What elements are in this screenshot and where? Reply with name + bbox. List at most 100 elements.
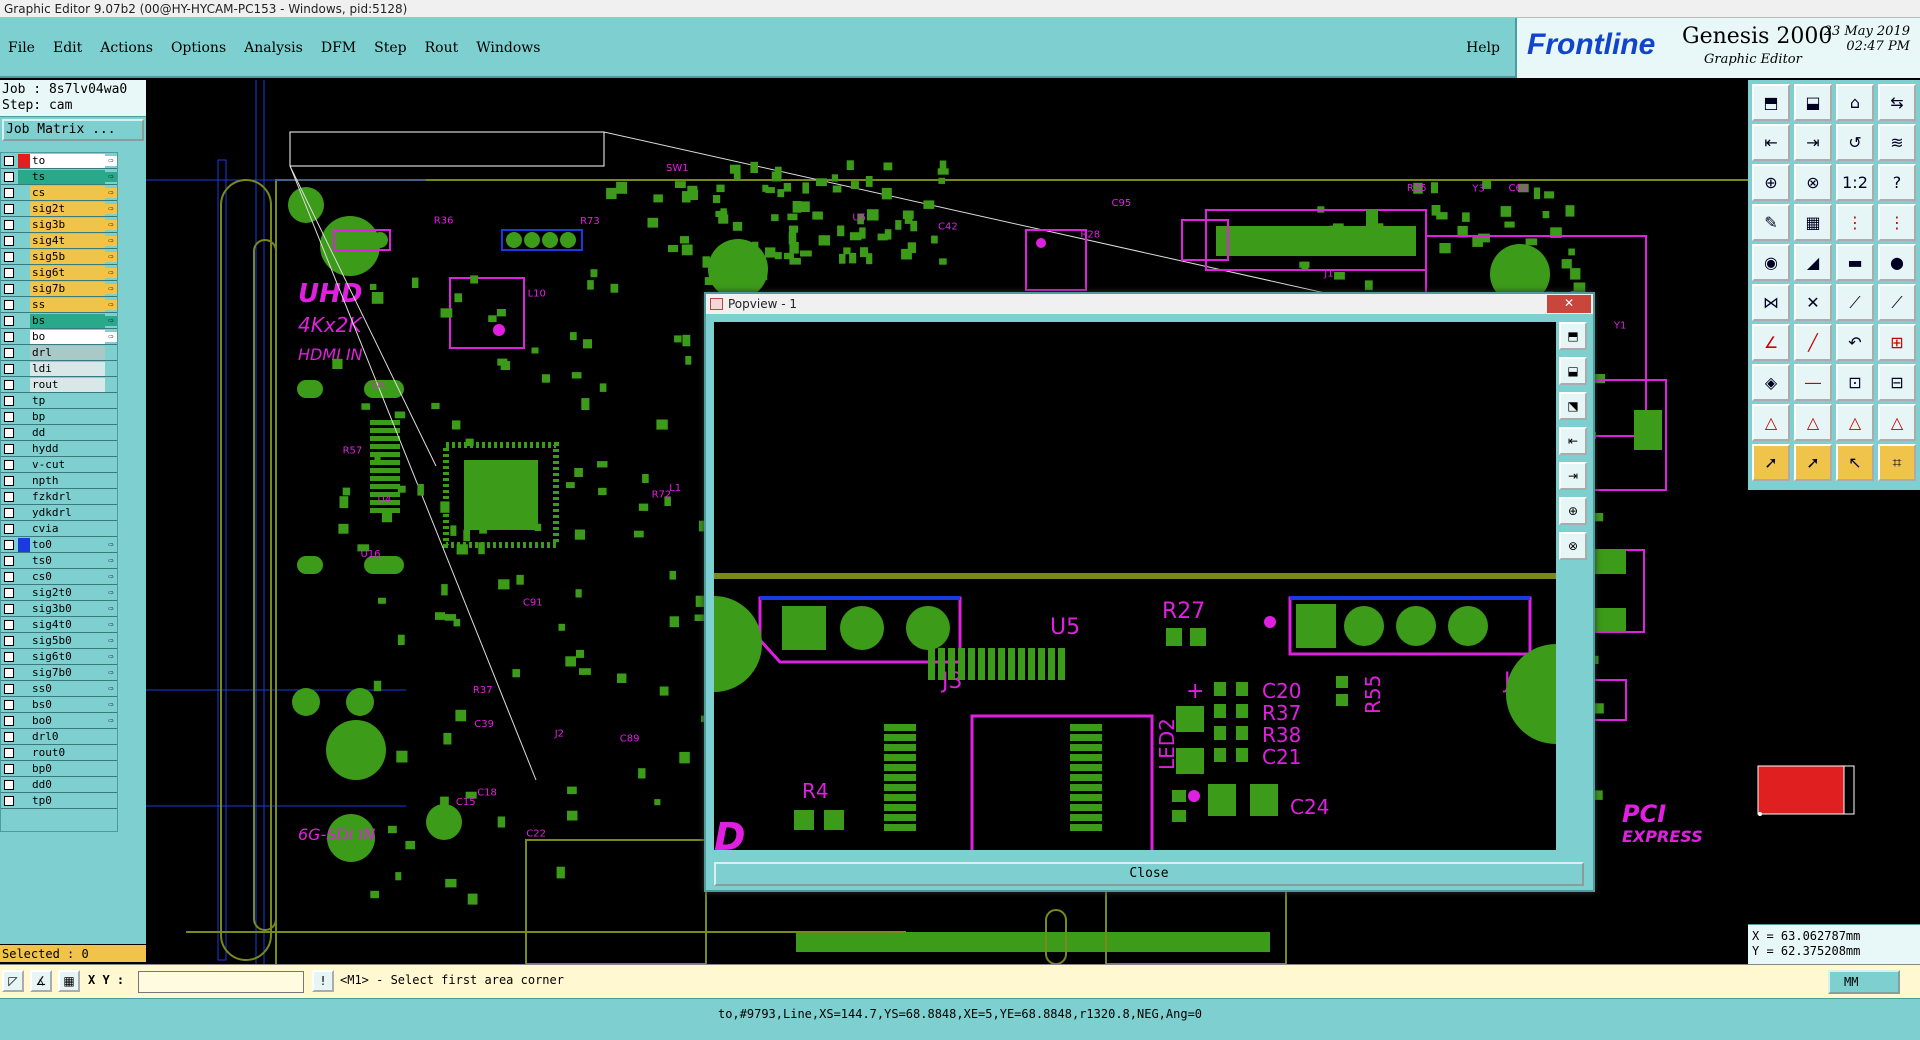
info-icon[interactable]: ! — [312, 970, 334, 992]
layer-row[interactable]: sig6t ⇨ — [1, 265, 117, 281]
menu-windows[interactable]: Windows — [476, 40, 540, 56]
layer-row[interactable]: sig2t ⇨ — [1, 201, 117, 217]
layer-row[interactable]: dd — [1, 425, 117, 441]
menu-options[interactable]: Options — [171, 40, 226, 56]
layer-row[interactable]: bs0 ⇨ — [1, 697, 117, 713]
menu-help[interactable]: Help — [1466, 40, 1500, 56]
tool-button-20-icon[interactable]: ● — [1878, 244, 1916, 281]
tool-button-21-icon[interactable]: ⋈ — [1752, 284, 1790, 321]
pv-zoom-out-icon[interactable]: ⬔ — [1559, 392, 1587, 420]
tool-button-39-icon[interactable]: ↖ — [1836, 444, 1874, 481]
layer-row[interactable]: cvia — [1, 521, 117, 537]
layer-row[interactable]: bp — [1, 409, 117, 425]
layer-checkbox[interactable] — [4, 699, 14, 710]
layer-checkbox[interactable] — [4, 555, 14, 566]
layer-row[interactable]: to0 ⇨ — [1, 537, 117, 553]
layer-checkbox[interactable] — [4, 475, 14, 486]
layer-checkbox[interactable] — [4, 203, 14, 214]
tool-button-15-icon[interactable]: ⋮ — [1836, 204, 1874, 241]
tool-button-11-icon[interactable]: 1:2 — [1836, 164, 1874, 201]
layer-checkbox[interactable] — [4, 763, 14, 774]
tool-button-34-icon[interactable]: △ — [1794, 404, 1832, 441]
layer-row[interactable]: ss ⇨ — [1, 297, 117, 313]
tool-button-25-icon[interactable]: ∠ — [1752, 324, 1790, 361]
tool-button-23-icon[interactable]: ⟋ — [1836, 284, 1874, 321]
layer-row[interactable]: bs ⇨ — [1, 313, 117, 329]
layer-row[interactable]: rout — [1, 377, 117, 393]
tool-button-10-icon[interactable]: ⊗ — [1794, 164, 1832, 201]
layer-row[interactable]: fzkdrl — [1, 489, 117, 505]
menu-edit[interactable]: Edit — [53, 40, 82, 56]
layer-checkbox[interactable] — [4, 427, 14, 438]
layer-row[interactable]: sig7b0 ⇨ — [1, 665, 117, 681]
layer-row[interactable]: bp0 — [1, 761, 117, 777]
tool-button-36-icon[interactable]: △ — [1878, 404, 1916, 441]
layer-checkbox[interactable] — [4, 443, 14, 454]
layer-checkbox[interactable] — [4, 299, 14, 310]
tool-button-14-icon[interactable]: ▦ — [1794, 204, 1832, 241]
layer-checkbox[interactable] — [4, 747, 14, 758]
layer-row[interactable]: sig3b ⇨ — [1, 217, 117, 233]
layer-row[interactable]: cs ⇨ — [1, 185, 117, 201]
tool-button-32-icon[interactable]: ⊟ — [1878, 364, 1916, 401]
layer-checkbox[interactable] — [4, 571, 14, 582]
tool-button-1-icon[interactable]: ⬒ — [1752, 84, 1790, 121]
menu-rout[interactable]: Rout — [425, 40, 459, 56]
layer-row[interactable]: ydkdrl — [1, 505, 117, 521]
layer-row[interactable]: ts ⇨ — [1, 169, 117, 185]
layer-row[interactable]: tp — [1, 393, 117, 409]
layer-checkbox[interactable] — [4, 459, 14, 470]
layer-row[interactable]: hydd — [1, 441, 117, 457]
popview-canvas[interactable]: J3 J4 U5 R27 + LED2 — [714, 322, 1556, 850]
layer-row[interactable]: ldi — [1, 361, 117, 377]
menu-actions[interactable]: Actions — [100, 40, 153, 56]
layer-row[interactable]: sig2t0 ⇨ — [1, 585, 117, 601]
layer-row[interactable]: tp0 — [1, 793, 117, 809]
layer-checkbox[interactable] — [4, 219, 14, 230]
layer-checkbox[interactable] — [4, 187, 14, 198]
tool-button-28-icon[interactable]: ⊞ — [1878, 324, 1916, 361]
layer-checkbox[interactable] — [4, 491, 14, 502]
tool-button-33-icon[interactable]: △ — [1752, 404, 1790, 441]
layer-checkbox[interactable] — [4, 347, 14, 358]
tool-button-16-icon[interactable]: ⋮ — [1878, 204, 1916, 241]
layer-checkbox[interactable] — [4, 587, 14, 598]
snap-icon[interactable]: ◸ — [2, 970, 24, 992]
pv-center-icon[interactable]: ⊗ — [1559, 532, 1587, 560]
tool-button-19-icon[interactable]: ▬ — [1836, 244, 1874, 281]
tool-button-13-icon[interactable]: ✎ — [1752, 204, 1790, 241]
tool-button-27-icon[interactable]: ↶ — [1836, 324, 1874, 361]
tool-button-9-icon[interactable]: ⊕ — [1752, 164, 1790, 201]
tool-button-22-icon[interactable]: ✕ — [1794, 284, 1832, 321]
layer-row[interactable]: sig4t0 ⇨ — [1, 617, 117, 633]
layer-row[interactable]: ts0 ⇨ — [1, 553, 117, 569]
tool-button-35-icon[interactable]: △ — [1836, 404, 1874, 441]
layer-row[interactable]: sig6t0 ⇨ — [1, 649, 117, 665]
tool-button-2-icon[interactable]: ⬓ — [1794, 84, 1832, 121]
tool-button-5-icon[interactable]: ⇤ — [1752, 124, 1790, 161]
layer-checkbox[interactable] — [4, 635, 14, 646]
tool-button-3-icon[interactable]: ⌂ — [1836, 84, 1874, 121]
layer-row[interactable]: dd0 — [1, 777, 117, 793]
popview-close-button[interactable]: Close — [714, 862, 1584, 886]
layer-checkbox[interactable] — [4, 667, 14, 678]
layer-checkbox[interactable] — [4, 715, 14, 726]
tool-button-4-icon[interactable]: ⇆ — [1878, 84, 1916, 121]
layer-checkbox[interactable] — [4, 651, 14, 662]
layer-row[interactable]: v-cut — [1, 457, 117, 473]
layer-row[interactable]: sig5b ⇨ — [1, 249, 117, 265]
menu-analysis[interactable]: Analysis — [244, 40, 303, 56]
layer-row[interactable]: sig5b0 ⇨ — [1, 633, 117, 649]
layer-checkbox[interactable] — [4, 235, 14, 246]
menu-dfm[interactable]: DFM — [321, 40, 356, 56]
tool-button-7-icon[interactable]: ↺ — [1836, 124, 1874, 161]
pv-zoom-home-icon[interactable]: ⬒ — [1559, 322, 1587, 350]
popview-svg[interactable]: J3 J4 U5 R27 + LED2 — [714, 322, 1556, 850]
layer-checkbox[interactable] — [4, 523, 14, 534]
layer-row[interactable]: drl0 — [1, 729, 117, 745]
layer-row[interactable]: drl — [1, 345, 117, 361]
tool-button-18-icon[interactable]: ◢ — [1794, 244, 1832, 281]
job-matrix-button[interactable]: Job Matrix ... — [2, 119, 144, 141]
layer-checkbox[interactable] — [4, 331, 14, 342]
layer-row[interactable]: npth — [1, 473, 117, 489]
